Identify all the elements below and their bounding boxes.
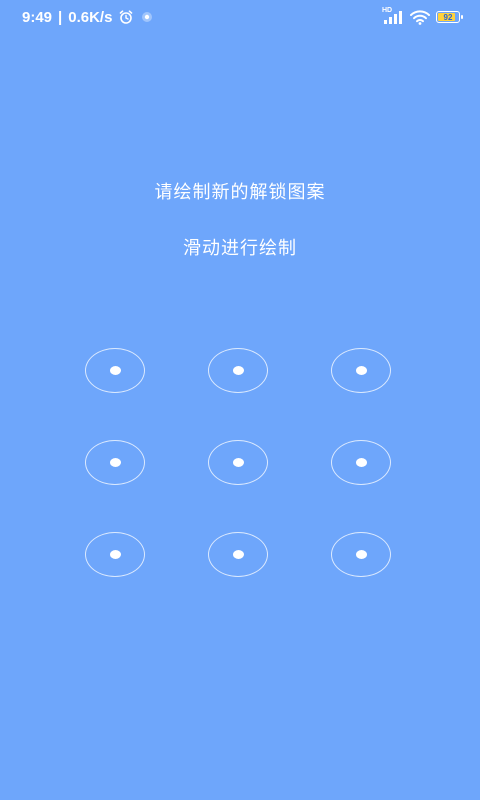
app-notification-icon <box>140 10 154 24</box>
status-time: 9:49 <box>22 8 53 26</box>
pattern-node-9[interactable] <box>331 532 391 577</box>
pattern-dot <box>109 550 121 559</box>
pattern-node-1[interactable] <box>85 348 145 393</box>
alarm-icon <box>118 9 134 25</box>
pattern-node-8[interactable] <box>208 532 268 577</box>
status-bar: 9:49 | 0.6K/s HD 92 <box>0 0 480 34</box>
page-subtitle: 滑动进行绘制 <box>183 238 297 259</box>
pattern-dot <box>109 366 121 375</box>
pattern-lock-grid[interactable] <box>85 348 393 580</box>
status-separator: | <box>58 8 63 26</box>
pattern-node-6[interactable] <box>331 440 391 485</box>
pattern-dot <box>232 550 244 559</box>
pattern-node-5[interactable] <box>208 440 268 485</box>
wifi-icon <box>410 9 430 25</box>
pattern-node-3[interactable] <box>331 348 391 393</box>
pattern-node-4[interactable] <box>85 440 145 485</box>
pattern-node-7[interactable] <box>85 532 145 577</box>
network-label: HD <box>382 7 393 14</box>
battery-icon: 92 <box>436 11 463 23</box>
pattern-node-2[interactable] <box>208 348 268 393</box>
pattern-dot <box>355 366 367 375</box>
pattern-dot <box>109 458 121 467</box>
pattern-dot <box>355 458 367 467</box>
pattern-dot <box>355 550 367 559</box>
battery-level: 92 <box>443 12 453 22</box>
pattern-dot <box>232 366 244 375</box>
pattern-dot <box>232 458 244 467</box>
signal-icon: HD <box>382 7 404 24</box>
page-title: 请绘制新的解锁图案 <box>154 182 326 203</box>
network-speed: 0.6K/s <box>68 8 113 26</box>
status-right: HD 92 <box>382 7 463 25</box>
status-left: 9:49 | 0.6K/s <box>22 9 154 26</box>
